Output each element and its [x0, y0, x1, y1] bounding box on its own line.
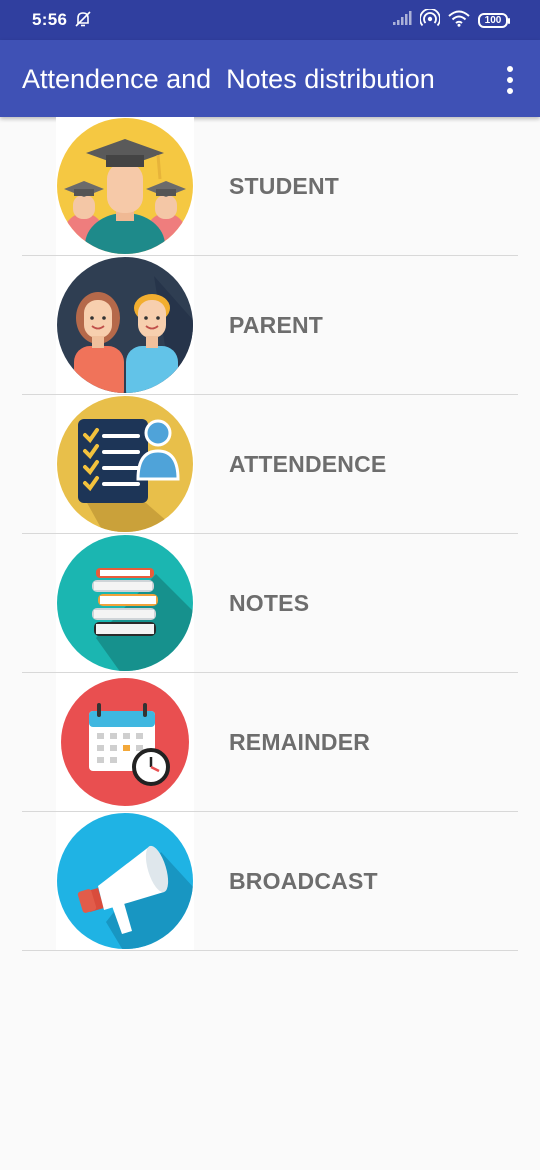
app-bar: Attendence and Notes distribution: [0, 40, 540, 117]
overflow-menu-icon[interactable]: [500, 66, 520, 94]
signal-icon: [392, 10, 412, 31]
menu-item-parent[interactable]: PARENT: [22, 256, 518, 395]
status-bar: 5:56 100: [0, 0, 540, 40]
menu-item-label: PARENT: [229, 312, 324, 338]
menu-item-label: BROADCAST: [229, 868, 378, 894]
megaphone-icon: [56, 812, 194, 950]
menu-list: STUDENT PARENT ATTENDENCE NOTES REMAINDE…: [0, 117, 540, 951]
parents-icon: [56, 256, 194, 394]
alarm-off-icon: [74, 10, 92, 33]
hotspot-icon: [419, 7, 441, 32]
menu-item-label: ATTENDENCE: [229, 451, 387, 477]
attendance-checklist-icon: [56, 395, 194, 533]
status-time: 5:56: [32, 10, 68, 29]
books-stack-icon: [56, 534, 194, 672]
battery-icon: 100: [478, 13, 510, 28]
graduates-icon: [56, 117, 194, 255]
menu-item-student[interactable]: STUDENT: [22, 117, 518, 256]
app-title: Attendence and Notes distribution: [22, 64, 435, 94]
menu-item-attendence[interactable]: ATTENDENCE: [22, 395, 518, 534]
menu-item-label: STUDENT: [229, 173, 340, 199]
menu-item-label: REMAINDER: [229, 729, 371, 755]
menu-item-label: NOTES: [229, 590, 310, 616]
wifi-icon: [448, 10, 470, 32]
menu-item-notes[interactable]: NOTES: [22, 534, 518, 673]
menu-item-broadcast[interactable]: BROADCAST: [22, 812, 518, 951]
menu-item-remainder[interactable]: REMAINDER: [22, 673, 518, 812]
calendar-clock-icon: [56, 673, 194, 811]
